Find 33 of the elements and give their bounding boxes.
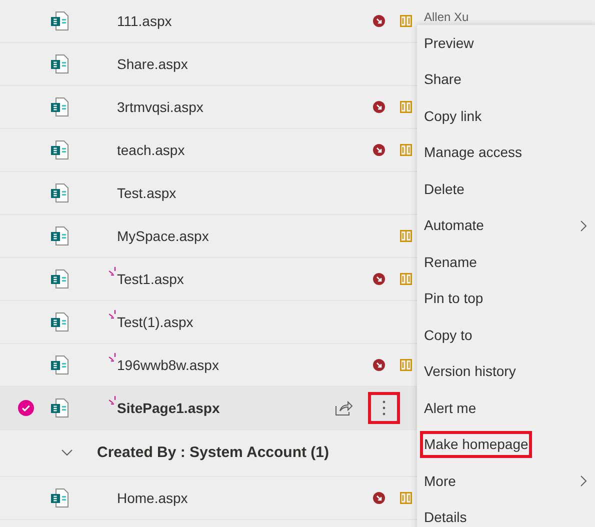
sharepoint-page-icon — [50, 183, 70, 203]
file-name[interactable]: MySpace.aspx — [117, 226, 320, 246]
check-circle-icon[interactable] — [18, 400, 34, 416]
file-name[interactable]: 111.aspx — [117, 10, 320, 32]
sharepoint-page-icon — [50, 97, 70, 117]
file-name[interactable]: 3rtmvqsi.aspx — [117, 96, 320, 118]
file-name[interactable]: Test.aspx — [117, 182, 320, 204]
sharepoint-page-icon — [50, 398, 70, 418]
menu-item[interactable]: Manage access — [417, 134, 595, 171]
more-button[interactable] — [368, 392, 400, 424]
more-vertical-icon — [382, 400, 386, 416]
file-name[interactable]: teach.aspx — [117, 140, 320, 160]
chevron-down-icon[interactable] — [61, 449, 73, 457]
file-name[interactable]: Share.aspx — [117, 54, 320, 74]
menu-item[interactable]: Delete — [417, 171, 595, 208]
group-title: Created By : System Account (1) — [97, 442, 330, 463]
file-name[interactable]: Test(1).aspx — [117, 312, 320, 332]
sharepoint-page-icon — [50, 488, 70, 508]
sharepoint-page-icon — [50, 140, 70, 160]
file-name[interactable]: SitePage1.aspx — [117, 398, 320, 418]
share-icon[interactable] — [334, 400, 352, 416]
menu-item[interactable]: Version history — [417, 354, 595, 390]
file-name[interactable]: Test1.aspx — [117, 268, 320, 290]
sharepoint-page-icon — [50, 312, 70, 332]
sharepoint-page-icon — [50, 226, 70, 246]
file-name[interactable]: Home.aspx — [117, 488, 320, 508]
sharepoint-page-icon — [50, 54, 70, 74]
sharepoint-page-icon — [50, 269, 70, 289]
author-text: Allen Xu — [424, 9, 469, 26]
file-name[interactable]: 196wwb8w.aspx — [117, 354, 320, 376]
menu-item[interactable]: Alert me — [417, 390, 595, 426]
sharepoint-page-icon — [50, 11, 70, 31]
sharepoint-page-icon — [50, 355, 70, 375]
